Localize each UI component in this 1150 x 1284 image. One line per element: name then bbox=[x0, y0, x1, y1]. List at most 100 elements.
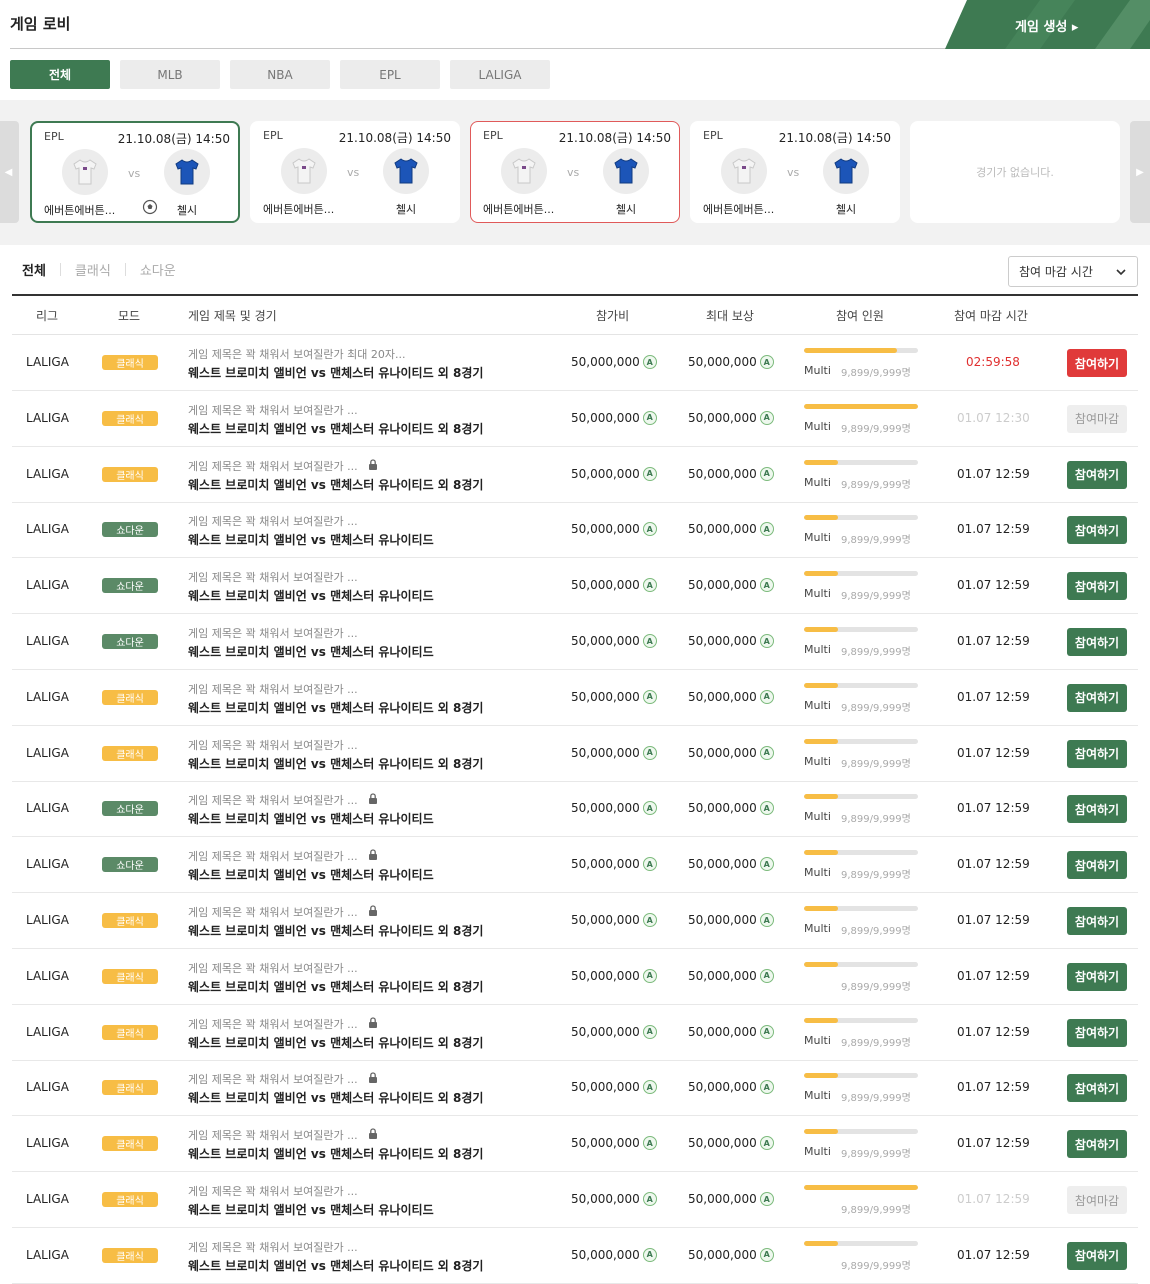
entrants-progress-bar bbox=[804, 1017, 918, 1023]
chevron-down-icon bbox=[1116, 269, 1126, 276]
deadline-time: 01.07 12:59 bbox=[957, 1192, 1030, 1206]
max-reward-value: 50,000,000 bbox=[688, 634, 757, 648]
entrants-progress-fill bbox=[804, 627, 839, 632]
entrants-count: 9,899/9,999명 bbox=[841, 926, 911, 937]
match-card[interactable]: EPL 21.10.08(금) 14:50 vs 에버튼에버튼... 첼시 bbox=[470, 121, 680, 223]
entrants-progress-bar bbox=[804, 515, 918, 521]
game-title[interactable]: 게임 제목은 꽉 채워서 보여질란가 ... bbox=[188, 792, 378, 808]
game-title[interactable]: 게임 제목은 꽉 채워서 보여질란가 ... bbox=[188, 513, 358, 529]
join-button[interactable]: 참여하기 bbox=[1067, 739, 1127, 768]
game-title[interactable]: 게임 제목은 꽉 채워서 보여질란가 ... bbox=[188, 1016, 378, 1032]
entrants-progress-bar bbox=[804, 459, 918, 465]
tab-all[interactable]: 전체 bbox=[10, 60, 110, 89]
game-title[interactable]: 게임 제목은 꽉 채워서 보여질란가 ... bbox=[188, 904, 378, 920]
mode-badge: 클래식 bbox=[102, 1192, 158, 1207]
empty-match-card: 경기가 없습니다. bbox=[910, 121, 1120, 223]
entrants-progress-bar bbox=[804, 1129, 918, 1135]
game-title[interactable]: 게임 제목은 꽉 채워서 보여질란가 ... bbox=[188, 960, 358, 976]
game-title[interactable]: 게임 제목은 꽉 채워서 보여질란가 ... bbox=[188, 1239, 358, 1255]
tab-laliga[interactable]: LALIGA bbox=[450, 60, 550, 89]
max-reward-value: 50,000,000 bbox=[688, 578, 757, 593]
entry-fee: 50,000,000 A bbox=[571, 689, 657, 704]
game-title[interactable]: 게임 제목은 꽉 채워서 보여질란가 ... bbox=[188, 1127, 378, 1143]
game-title[interactable]: 게임 제목은 꽉 채워서 보여질란가 ... bbox=[188, 737, 358, 753]
lock-icon bbox=[368, 458, 378, 473]
carousel-next-button[interactable]: ▶ bbox=[1130, 121, 1150, 223]
match-card[interactable]: EPL 21.10.08(금) 14:50 vs 에버튼에버튼... 첼시 bbox=[690, 121, 900, 223]
game-title[interactable]: 게임 제목은 꽉 채워서 보여질란가 ... bbox=[188, 1183, 358, 1199]
title-divider bbox=[10, 48, 950, 49]
game-title-text: 게임 제목은 꽉 채워서 보여질란가 ... bbox=[188, 738, 358, 752]
game-title[interactable]: 게임 제목은 꽉 채워서 보여질란가 ... bbox=[188, 625, 358, 641]
tab-epl[interactable]: EPL bbox=[340, 60, 440, 89]
max-reward: 50,000,000 A bbox=[688, 355, 774, 369]
join-button[interactable]: 참여하기 bbox=[1067, 683, 1127, 712]
game-title[interactable]: 게임 제목은 꽉 채워서 보여질란가 ... bbox=[188, 458, 378, 474]
entrants-progress-bar bbox=[804, 348, 918, 353]
max-reward-value: 50,000,000 bbox=[688, 1080, 757, 1095]
game-title[interactable]: 게임 제목은 꽉 채워서 보여질란가 ... bbox=[188, 1071, 378, 1087]
join-button[interactable]: 참여하기 bbox=[1067, 460, 1127, 489]
multi-label: Multi bbox=[804, 643, 831, 656]
multi-label: Multi bbox=[804, 1033, 831, 1047]
sort-dropdown[interactable]: 참여 마감 시간 bbox=[1008, 256, 1138, 287]
tab-nba[interactable]: NBA bbox=[230, 60, 330, 89]
join-button[interactable]: 참여하기 bbox=[1067, 1018, 1127, 1047]
entry-fee: 50,000,000 A bbox=[571, 1192, 657, 1206]
game-title[interactable]: 게임 제목은 꽉 채워서 보여질란가 ... bbox=[188, 402, 358, 418]
game-title[interactable]: 게임 제목은 꽉 채워서 보여질란가 ... bbox=[188, 569, 358, 585]
home-jersey-icon bbox=[721, 148, 767, 194]
join-button[interactable]: 참여하기 bbox=[1067, 1241, 1127, 1270]
max-reward: 50,000,000 A bbox=[688, 1192, 774, 1206]
multi-label: Multi bbox=[804, 754, 831, 768]
mode-tab-classic[interactable]: 클래식 bbox=[75, 260, 111, 279]
game-title[interactable]: 게임 제목은 꽉 채워서 보여질란가 ... bbox=[188, 681, 358, 697]
join-button[interactable]: 참여하기 bbox=[1067, 1130, 1127, 1159]
join-button[interactable]: 참여하기 bbox=[1067, 907, 1127, 935]
mode-tab-showdown[interactable]: 쇼다운 bbox=[140, 260, 176, 279]
max-reward: 50,000,000 A bbox=[688, 857, 774, 872]
entry-fee: 50,000,000 A bbox=[571, 968, 657, 983]
game-title[interactable]: 게임 제목은 꽉 채워서 보여질란가 최대 20자... bbox=[188, 346, 406, 362]
lock-icon bbox=[368, 849, 378, 863]
coin-icon: A bbox=[759, 410, 774, 425]
entrants-progress-fill bbox=[804, 403, 918, 409]
join-button[interactable]: 참여하기 bbox=[1067, 349, 1127, 377]
join-button[interactable]: 참여하기 bbox=[1067, 1074, 1127, 1103]
deadline-time: 01.07 12:59 bbox=[957, 1136, 1030, 1151]
game-title-text: 게임 제목은 꽉 채워서 보여질란가 ... bbox=[188, 459, 358, 473]
mode-tab-all[interactable]: 전체 bbox=[22, 260, 46, 279]
deadline-time: 01.07 12:59 bbox=[957, 634, 1030, 648]
deadline-time: 01.07 12:59 bbox=[957, 968, 1030, 983]
game-title[interactable]: 게임 제목은 꽉 채워서 보여질란가 ... bbox=[188, 848, 378, 864]
table-row: LALIGA 클래식 게임 제목은 꽉 채워서 보여질란가 ... 웨스트 브로미치 … bbox=[12, 949, 1138, 1005]
entry-fee: 50,000,000 A bbox=[571, 634, 657, 648]
deadline-time: 01.07 12:30 bbox=[957, 410, 1030, 425]
coin-icon: A bbox=[642, 466, 657, 481]
away-team-name: 첼시 bbox=[615, 203, 637, 216]
join-button[interactable]: 참여하기 bbox=[1067, 628, 1127, 656]
mode-badge: 쇼다운 bbox=[102, 857, 158, 873]
join-button[interactable]: 참여하기 bbox=[1067, 572, 1127, 601]
mode-tab-separator bbox=[124, 263, 126, 276]
coin-icon: A bbox=[759, 968, 774, 983]
entry-fee-value: 50,000,000 bbox=[571, 968, 640, 983]
row-league: LALIGA bbox=[26, 1192, 69, 1206]
join-button[interactable]: 참여하기 bbox=[1067, 516, 1127, 545]
game-matchup: 웨스트 브로미치 앨비언 vs 맨체스터 유나이티드 bbox=[188, 645, 434, 659]
match-card[interactable]: EPL 21.10.08(금) 14:50 vs 에버튼에버튼... 첼시 bbox=[250, 121, 460, 223]
mode-badge: 클래식 bbox=[102, 1080, 158, 1096]
entry-fee-value: 50,000,000 bbox=[571, 466, 640, 481]
create-game-button[interactable]: 게임 생성 ▸ bbox=[945, 0, 1150, 49]
join-button[interactable]: 참여하기 bbox=[1067, 795, 1127, 824]
join-button[interactable]: 참여하기 bbox=[1067, 851, 1127, 880]
tab-mlb[interactable]: MLB bbox=[120, 60, 220, 89]
coin-icon: A bbox=[759, 689, 774, 704]
match-card[interactable]: EPL 21.10.08(금) 14:50 vs 에버튼에버튼... 첼시 bbox=[30, 121, 240, 223]
header-league: 리그 bbox=[36, 309, 59, 323]
row-league: LALIGA bbox=[26, 634, 69, 648]
mode-badge: 쇼다운 bbox=[102, 578, 158, 594]
join-button[interactable]: 참여하기 bbox=[1067, 962, 1127, 991]
carousel-prev-button[interactable]: ◀ bbox=[0, 121, 19, 223]
header-entrants: 참여 인원 bbox=[836, 309, 884, 323]
